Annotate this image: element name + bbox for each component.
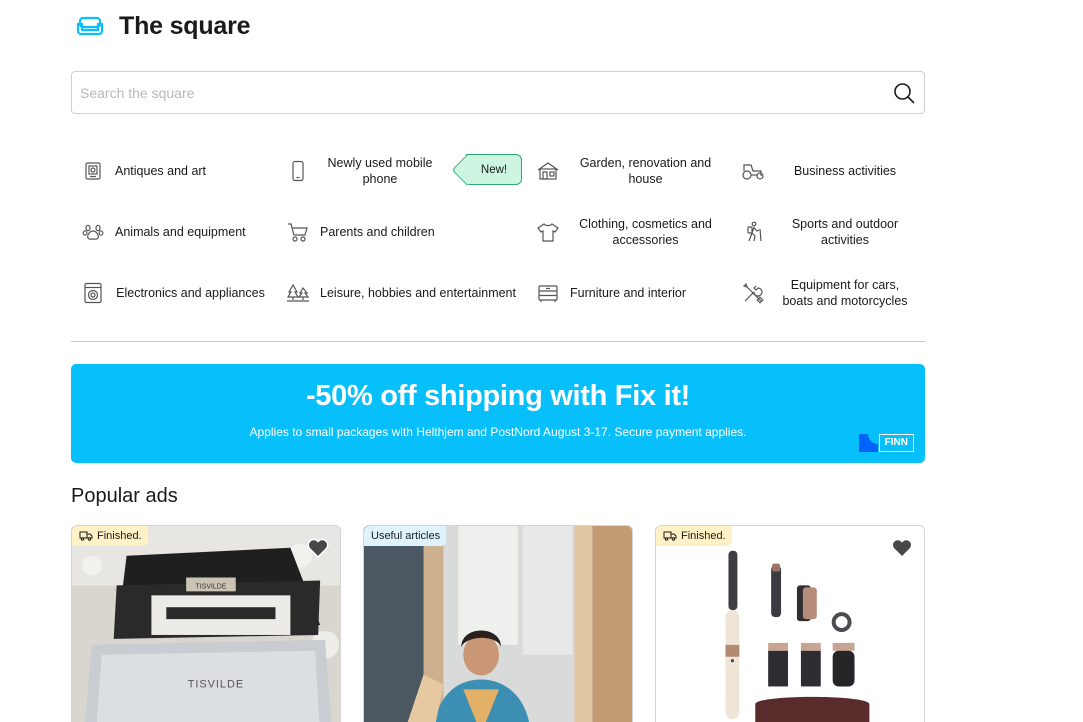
category-electronics-and-appliances[interactable]: Electronics and appliances: [71, 262, 276, 323]
category-label: Electronics and appliances: [116, 285, 265, 300]
popular-ads-heading: Popular ads: [71, 485, 178, 507]
category-label: Animals and equipment: [115, 224, 246, 239]
category-label: Garden, renovation and house: [579, 155, 712, 186]
heart-icon: [891, 538, 913, 558]
search-bar: [71, 71, 925, 114]
category-newly-used-mobile-phone[interactable]: Newly used mobile phone New!: [276, 140, 526, 201]
mobile-phone-icon: [276, 151, 320, 191]
category-business-activities[interactable]: Business activities: [731, 140, 925, 201]
heart-icon: [307, 538, 329, 558]
category-label: Sports and outdoor activities: [791, 216, 899, 247]
category-parents-and-children[interactable]: Parents and children: [276, 201, 526, 262]
favorite-button[interactable]: [306, 536, 330, 560]
sofa-icon: [75, 14, 105, 38]
page-header: The square: [75, 10, 251, 42]
trees-icon: [276, 273, 320, 313]
ad-card[interactable]: Finished.: [655, 525, 925, 722]
promo-banner[interactable]: -50% off shipping with Fix it! Applies t…: [71, 364, 925, 463]
search-button[interactable]: [884, 72, 924, 113]
category-label: Furniture and interior: [570, 285, 687, 300]
ad-card[interactable]: TISVILDE TISVILDE Finished.: [71, 525, 341, 722]
washing-machine-icon: [71, 273, 115, 313]
category-sports-and-outdoor[interactable]: Sports and outdoor activities: [731, 201, 925, 262]
ad-status-tag: Finished.: [656, 526, 732, 546]
category-grid: Antiques and art Newly used mobile phone…: [71, 140, 925, 323]
ad-card[interactable]: Useful articles: [363, 525, 633, 722]
category-antiques-and-art[interactable]: Antiques and art: [71, 140, 276, 201]
finn-logo-text: FINN: [878, 434, 914, 452]
tshirt-icon: [526, 212, 570, 252]
finn-mark-icon: [858, 434, 878, 452]
ad-category-tag: Useful articles: [364, 526, 447, 546]
photo-caption: TISVILDE: [188, 678, 244, 690]
category-label: Parents and children: [320, 224, 435, 239]
finn-logo: FINN: [858, 434, 914, 452]
hair-styler-set-photo: [656, 526, 924, 722]
tractor-icon: [731, 151, 775, 191]
category-label: Clothing, cosmetics and accessories: [579, 216, 712, 247]
dresser-icon: [526, 273, 570, 313]
paw-icon: [71, 212, 115, 252]
category-equipment-cars-boats-motorcycles[interactable]: Equipment for cars, boats and motorcycle…: [731, 262, 925, 323]
favorite-button[interactable]: [890, 536, 914, 560]
popular-ads-list: TISVILDE TISVILDE Finished. Useful artic…: [71, 525, 925, 722]
category-label: Newly used mobile phone: [327, 155, 433, 186]
tools-icon: [731, 273, 775, 313]
category-leisure-hobbies-entertainment[interactable]: Leisure, hobbies and entertainment: [276, 262, 526, 323]
banner-subtitle: Applies to small packages with Helthjem …: [249, 425, 747, 439]
search-input[interactable]: [72, 72, 884, 113]
new-badge: New!: [466, 154, 522, 185]
section-divider: [71, 341, 925, 342]
ad-status-tag: Finished.: [72, 526, 148, 546]
hiker-icon: [731, 212, 775, 252]
category-label: Leisure, hobbies and entertainment: [320, 285, 516, 300]
antique-frame-icon: [71, 151, 115, 191]
tisvilde-box-photo: TISVILDE TISVILDE: [72, 526, 340, 722]
delivery-truck-icon: [79, 531, 93, 541]
search-icon: [894, 82, 915, 103]
category-clothing-cosmetics-accessories[interactable]: Clothing, cosmetics and accessories: [526, 201, 731, 262]
person-in-mirror-photo: [364, 526, 632, 722]
page-title: The square: [119, 11, 251, 40]
stroller-icon: [276, 212, 320, 252]
banner-title: -50% off shipping with Fix it!: [305, 380, 691, 412]
category-animals-and-equipment[interactable]: Animals and equipment: [71, 201, 276, 262]
category-label: Equipment for cars, boats and motorcycle…: [782, 277, 908, 308]
category-label: Business activities: [793, 163, 897, 178]
category-label: Antiques and art: [115, 163, 207, 178]
category-furniture-and-interior[interactable]: Furniture and interior: [526, 262, 731, 323]
photo-caption: TISVILDE: [196, 583, 227, 590]
category-garden-renovation-house[interactable]: Garden, renovation and house: [526, 140, 731, 201]
delivery-truck-icon: [663, 531, 677, 541]
house-icon: [526, 151, 570, 191]
